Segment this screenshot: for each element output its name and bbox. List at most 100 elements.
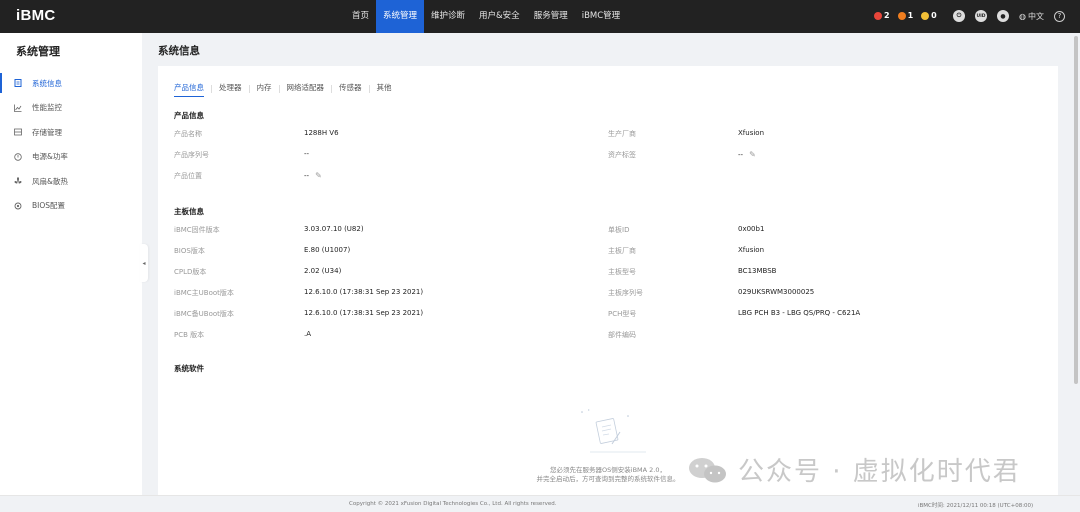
board-row-label: iBMC主UBoot版本: [174, 289, 234, 297]
sidebar-item-label: 系统信息: [32, 78, 62, 88]
chevron-left-icon: ◂: [142, 259, 146, 267]
manufacturer-label: 生产厂商: [608, 130, 636, 138]
board-row-label: PCH型号: [608, 310, 637, 318]
product-name-value: 1288H V6: [304, 129, 339, 137]
product-location-text: --: [304, 171, 310, 180]
sidebar-item-power[interactable]: 电源&功率: [0, 145, 142, 170]
nav-maintenance[interactable]: 维护诊断: [424, 0, 472, 33]
page-title: 系统信息: [158, 45, 200, 57]
sidebar-item-performance[interactable]: 性能监控: [0, 96, 142, 121]
software-empty-state: 您必须先在服务器OS侧安装iBMA 2.0， 并完全启动后，方可查询到完整的系统…: [508, 402, 708, 484]
board-row-value: 12.6.10.0 (17:38:31 Sep 23 2021): [304, 288, 424, 296]
nav-ibmc-management[interactable]: iBMC管理: [575, 0, 627, 33]
app-logo[interactable]: iBMC: [16, 7, 56, 24]
product-location-value: -- ✎: [304, 171, 322, 180]
board-row-label: BIOS版本: [174, 247, 205, 255]
storage-icon: [14, 128, 22, 136]
major-alert[interactable]: 1: [897, 11, 914, 20]
edit-asset-tag-icon[interactable]: ✎: [749, 150, 756, 159]
product-name-text: 1288H V6: [304, 129, 339, 137]
tab-sensor[interactable]: 传感器: [332, 82, 369, 96]
globe-icon: ◍: [1019, 11, 1026, 21]
nav-system-management[interactable]: 系统管理: [376, 0, 425, 33]
board-row-value: 12.6.10.0 (17:38:31 Sep 23 2021): [304, 309, 424, 317]
sidebar-title: 系统管理: [16, 45, 60, 58]
alert-summary: 2 1 0: [874, 11, 937, 20]
major-alert-icon: [897, 11, 906, 20]
toolbar-icons: ⏻ UID ● ◍ 中文 ?: [953, 10, 1065, 22]
gear-icon: [14, 202, 22, 210]
nav-user-security[interactable]: 用户&安全: [472, 0, 527, 33]
critical-alert[interactable]: 2: [874, 11, 890, 20]
sidebar-item-system-info[interactable]: 系统信息: [0, 71, 142, 96]
top-bar: iBMC 首页 系统管理 维护诊断 用户&安全 服务管理 iBMC管理 2 1 …: [0, 0, 1080, 33]
board-row-value: Xfusion: [738, 246, 765, 254]
sidebar-collapse-handle[interactable]: ◂: [140, 244, 148, 282]
ibmc-time: iBMC时间: 2021/12/11 00:18 (UTC+08:00): [918, 503, 1034, 509]
board-row-value: E.80 (U1007): [304, 246, 351, 254]
minor-alert-icon: [921, 11, 930, 20]
board-row-label: 主板序列号: [608, 289, 643, 297]
empty-state-line1: 您必须先在服务器OS侧安装iBMA 2.0，: [550, 466, 666, 474]
tab-processor[interactable]: 处理器: [212, 82, 249, 96]
board-row-label: 单板ID: [608, 226, 630, 234]
asset-tag-value: -- ✎: [738, 150, 756, 159]
chart-icon: [14, 104, 22, 112]
tab-product-info[interactable]: 产品信息: [174, 82, 211, 97]
sidebar: 系统管理 系统信息 性能监控 存储管理 电源&功率 风扇&散热 BIOS配置: [0, 33, 142, 495]
board-row-label: iBMC备UBoot版本: [174, 310, 234, 318]
critical-alert-count: 2: [884, 11, 890, 20]
asset-tag-label: 资产标签: [608, 151, 636, 159]
critical-alert-icon: [874, 11, 882, 20]
serial-number-text: --: [304, 150, 310, 158]
empty-state-line2: 并完全启动后，方可查询到完整的系统软件信息。: [536, 475, 680, 483]
asset-tag-text: --: [738, 150, 744, 159]
tab-other[interactable]: 其他: [370, 82, 399, 96]
watermark: 公众号 · 虚拟化时代君: [686, 451, 1021, 488]
major-alert-count: 1: [907, 11, 914, 20]
nav-home[interactable]: 首页: [345, 0, 376, 33]
uid-icon[interactable]: UID: [975, 10, 987, 22]
language-label: 中文: [1027, 11, 1044, 21]
edit-location-icon[interactable]: ✎: [315, 171, 322, 180]
minor-alert[interactable]: 0: [921, 11, 937, 20]
nav-services[interactable]: 服务管理: [527, 0, 575, 33]
board-row-value: BC13MBSB: [738, 267, 777, 275]
sidebar-item-bios[interactable]: BIOS配置: [0, 194, 142, 219]
doc-icon: [14, 79, 22, 88]
serial-number-label: 产品序列号: [174, 151, 209, 159]
empty-document-icon: [581, 409, 646, 453]
sidebar-item-label: 性能监控: [32, 103, 62, 113]
info-tabs: 产品信息 处理器 内存 网络适配器 传感器 其他: [174, 82, 399, 97]
system-info-card: 产品信息 处理器 内存 网络适配器 传感器 其他 产品信息 产品名称 1288H…: [158, 66, 1058, 498]
board-row-value: 029UKSRWM3000025: [738, 288, 815, 296]
product-info-title: 产品信息: [174, 111, 204, 120]
power-icon[interactable]: ⏻: [953, 10, 965, 22]
board-row-label: 部件编码: [608, 331, 636, 339]
power-icon: [14, 153, 22, 161]
tab-network-adapter[interactable]: 网络适配器: [280, 82, 332, 96]
board-row-label: 主板厂商: [608, 247, 636, 255]
board-row-label: iBMC固件版本: [174, 226, 220, 234]
manufacturer-text: Xfusion: [738, 129, 765, 137]
sidebar-menu: 系统信息 性能监控 存储管理 电源&功率 风扇&散热 BIOS配置: [0, 71, 142, 218]
sidebar-item-fan[interactable]: 风扇&散热: [0, 169, 142, 194]
help-icon[interactable]: ?: [1053, 10, 1065, 22]
copyright-text: Copyright © 2021 xFusion Digital Technol…: [349, 501, 557, 507]
manufacturer-value: Xfusion: [738, 129, 764, 137]
board-row-value: 0x00b1: [738, 225, 765, 233]
page-scrollbar[interactable]: [1074, 36, 1078, 384]
user-icon[interactable]: ●: [997, 10, 1009, 22]
sidebar-item-label: BIOS配置: [32, 201, 66, 211]
minor-alert-count: 0: [931, 11, 937, 20]
product-name-label: 产品名称: [174, 130, 202, 138]
system-software-title: 系统软件: [174, 364, 204, 373]
board-row-value: LBG PCH B3 - LBG QS/PRQ - C621A: [738, 309, 861, 317]
sidebar-item-storage[interactable]: 存储管理: [0, 120, 142, 145]
board-row-label: CPLD版本: [174, 268, 207, 276]
board-info-title: 主板信息: [174, 207, 204, 216]
main-nav: 首页 系统管理 维护诊断 用户&安全 服务管理 iBMC管理: [345, 0, 627, 33]
language-switch[interactable]: ◍ 中文: [1019, 11, 1044, 22]
tab-memory[interactable]: 内存: [250, 82, 279, 96]
sidebar-item-label: 电源&功率: [32, 152, 68, 162]
